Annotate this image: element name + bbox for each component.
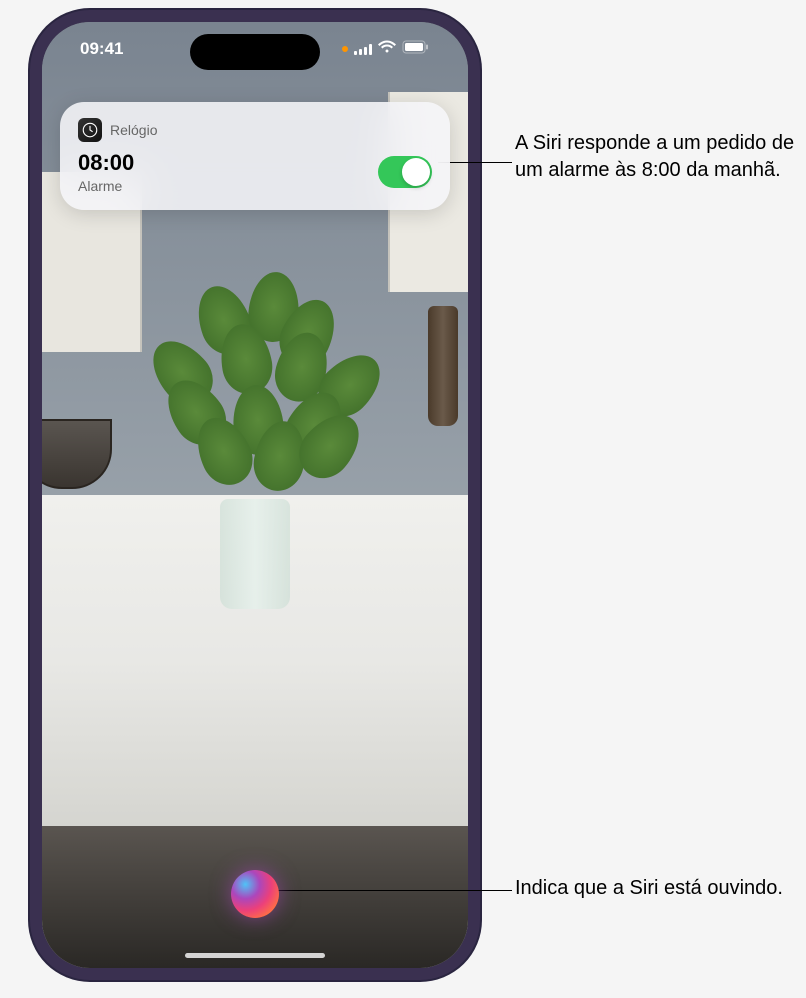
phone-screen: 09:41 [42,22,468,968]
siri-notification-card[interactable]: Relógio 08:00 Alarme [60,102,450,210]
home-indicator[interactable] [185,953,325,958]
siri-orb-icon[interactable] [231,870,279,918]
callout-line [272,890,512,891]
dynamic-island [190,34,320,70]
battery-icon [402,39,430,59]
notification-app-name: Relógio [110,122,157,138]
clock-app-icon [78,118,102,142]
alarm-label: Alarme [78,178,134,194]
status-time: 09:41 [80,39,123,59]
alarm-time: 08:00 [78,150,134,176]
phone-frame: 09:41 [30,10,480,980]
callout-text-top: A Siri responde a um pedido de um alarme… [515,130,805,184]
privacy-indicator-dot [342,46,348,52]
alarm-toggle[interactable] [378,156,432,188]
callout-text-bottom: Indica que a Siri está ouvindo. [515,875,783,902]
wifi-icon [378,39,396,59]
cellular-signal-icon [354,43,372,55]
